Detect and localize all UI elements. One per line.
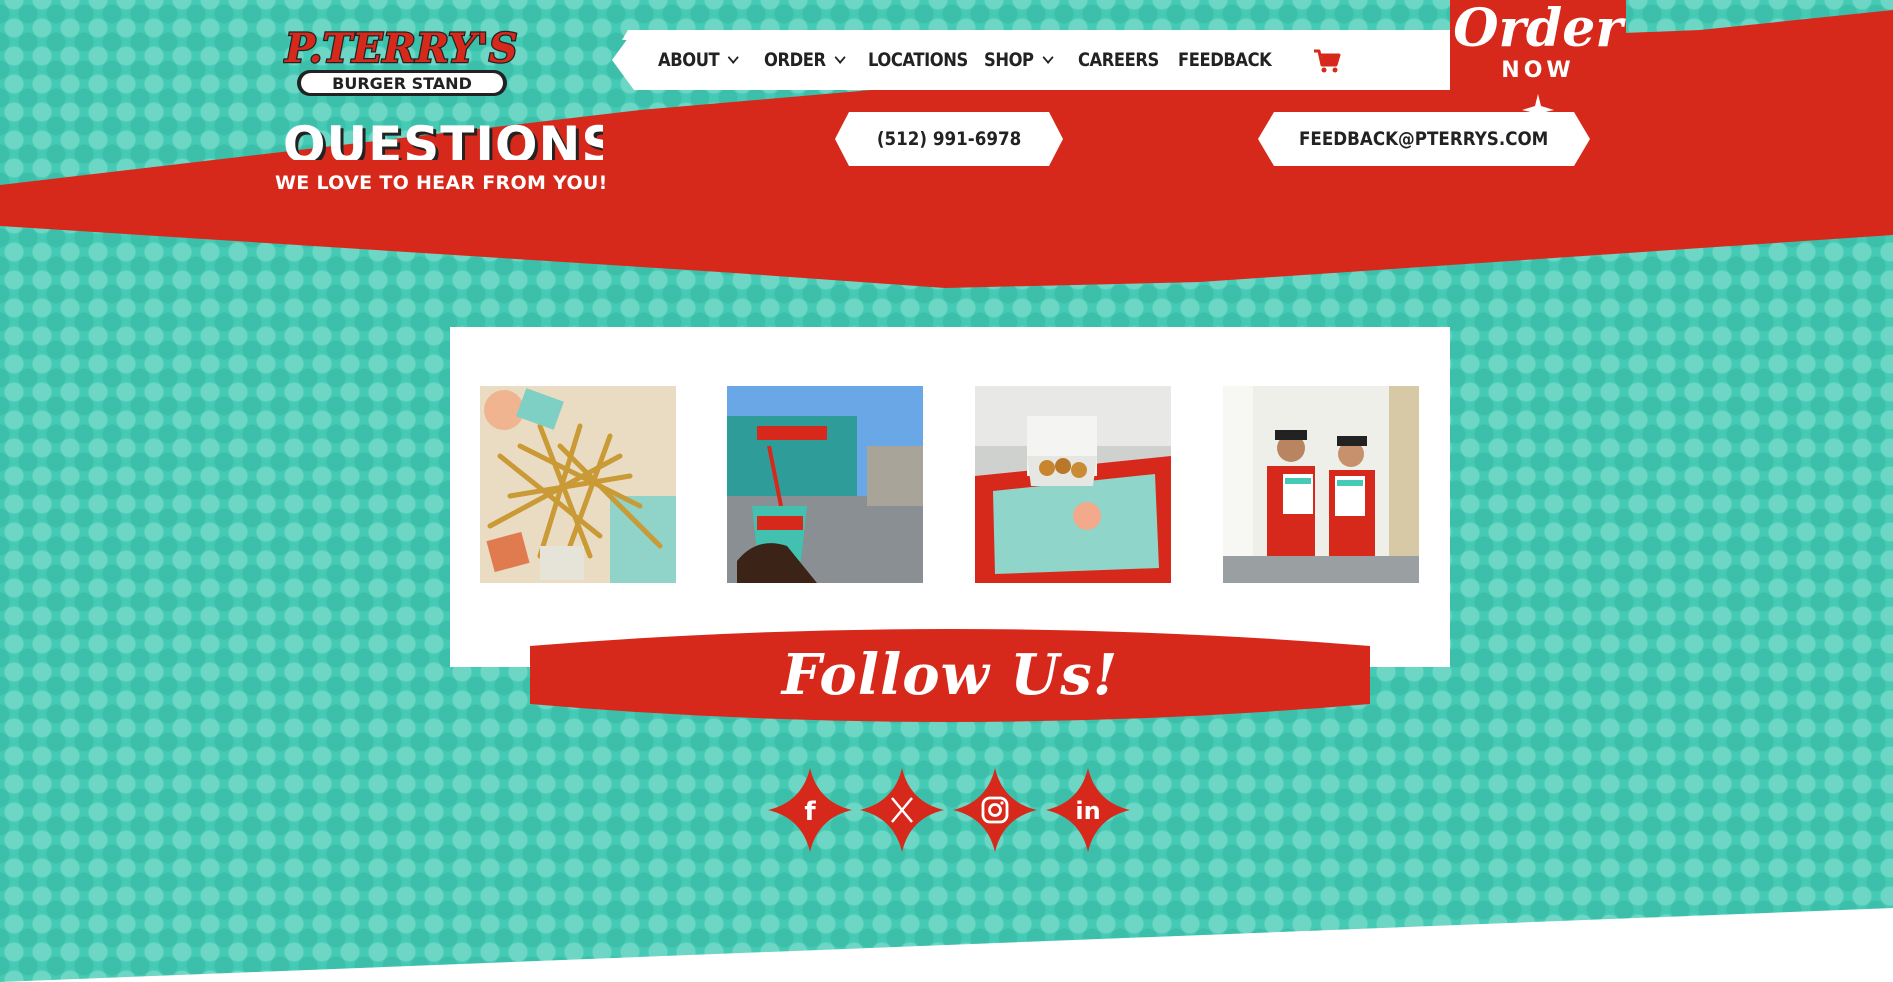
- phone-link[interactable]: (512) 991-6978: [835, 112, 1063, 166]
- linkedin-link[interactable]: in: [1046, 768, 1130, 852]
- nav-label: LOCATIONS: [868, 49, 968, 71]
- logo-name-top: P.TERRY'S: [284, 25, 518, 72]
- email-address: FEEDBACK@PTERRYS.COM: [1299, 128, 1549, 150]
- phone-number: (512) 991-6978: [876, 128, 1022, 150]
- chevron-down-icon: [834, 51, 846, 64]
- staff-window-photo[interactable]: [1223, 386, 1419, 583]
- nav-item-locations[interactable]: LOCATIONS: [868, 30, 968, 90]
- cart-icon[interactable]: [1312, 48, 1342, 74]
- order-now-title: Order: [1453, 0, 1623, 59]
- follow-us-banner: Follow Us!: [530, 624, 1370, 728]
- footer-edge: [0, 908, 1893, 982]
- nav-label: FEEDBACK: [1178, 49, 1272, 71]
- follow-us-title: Follow Us!: [781, 642, 1119, 708]
- nav-label: ABOUT: [658, 49, 720, 71]
- drink-cup-photo[interactable]: [727, 386, 923, 583]
- contact-subheading: WE LOVE TO HEAR FROM YOU!: [275, 172, 608, 194]
- pterrys-logo[interactable]: P.TERRY'S BURGER STAND: [283, 18, 523, 100]
- main-nav: ABOUT ORDER LOCATIONS SHOP CAREERS FEEDB…: [612, 30, 1452, 90]
- email-link[interactable]: FEEDBACK@PTERRYS.COM: [1258, 112, 1590, 166]
- nav-item-about[interactable]: ABOUT: [658, 30, 739, 90]
- linkedin-icon: in: [1075, 797, 1100, 825]
- nav-item-order[interactable]: ORDER: [764, 30, 846, 90]
- contact-heading: QUESTIONS: [283, 116, 603, 160]
- fries-photo[interactable]: [480, 386, 676, 583]
- nav-label: SHOP: [984, 49, 1034, 71]
- nav-label: CAREERS: [1078, 49, 1159, 71]
- nav-label: ORDER: [764, 49, 826, 71]
- x-twitter-link[interactable]: [860, 768, 944, 852]
- chevron-down-icon: [1042, 51, 1054, 64]
- tray-bites-photo[interactable]: [975, 386, 1171, 583]
- facebook-link[interactable]: f: [768, 768, 852, 852]
- instagram-gallery: [450, 327, 1450, 667]
- nav-item-shop[interactable]: SHOP: [984, 30, 1054, 90]
- order-now-subtitle: NOW: [1501, 58, 1575, 83]
- logo-name-bottom: BURGER STAND: [332, 74, 472, 93]
- nav-item-feedback[interactable]: FEEDBACK: [1178, 30, 1272, 90]
- instagram-link[interactable]: [953, 768, 1037, 852]
- facebook-icon: f: [804, 797, 816, 827]
- nav-item-careers[interactable]: CAREERS: [1078, 30, 1159, 90]
- chevron-down-icon: [727, 51, 739, 64]
